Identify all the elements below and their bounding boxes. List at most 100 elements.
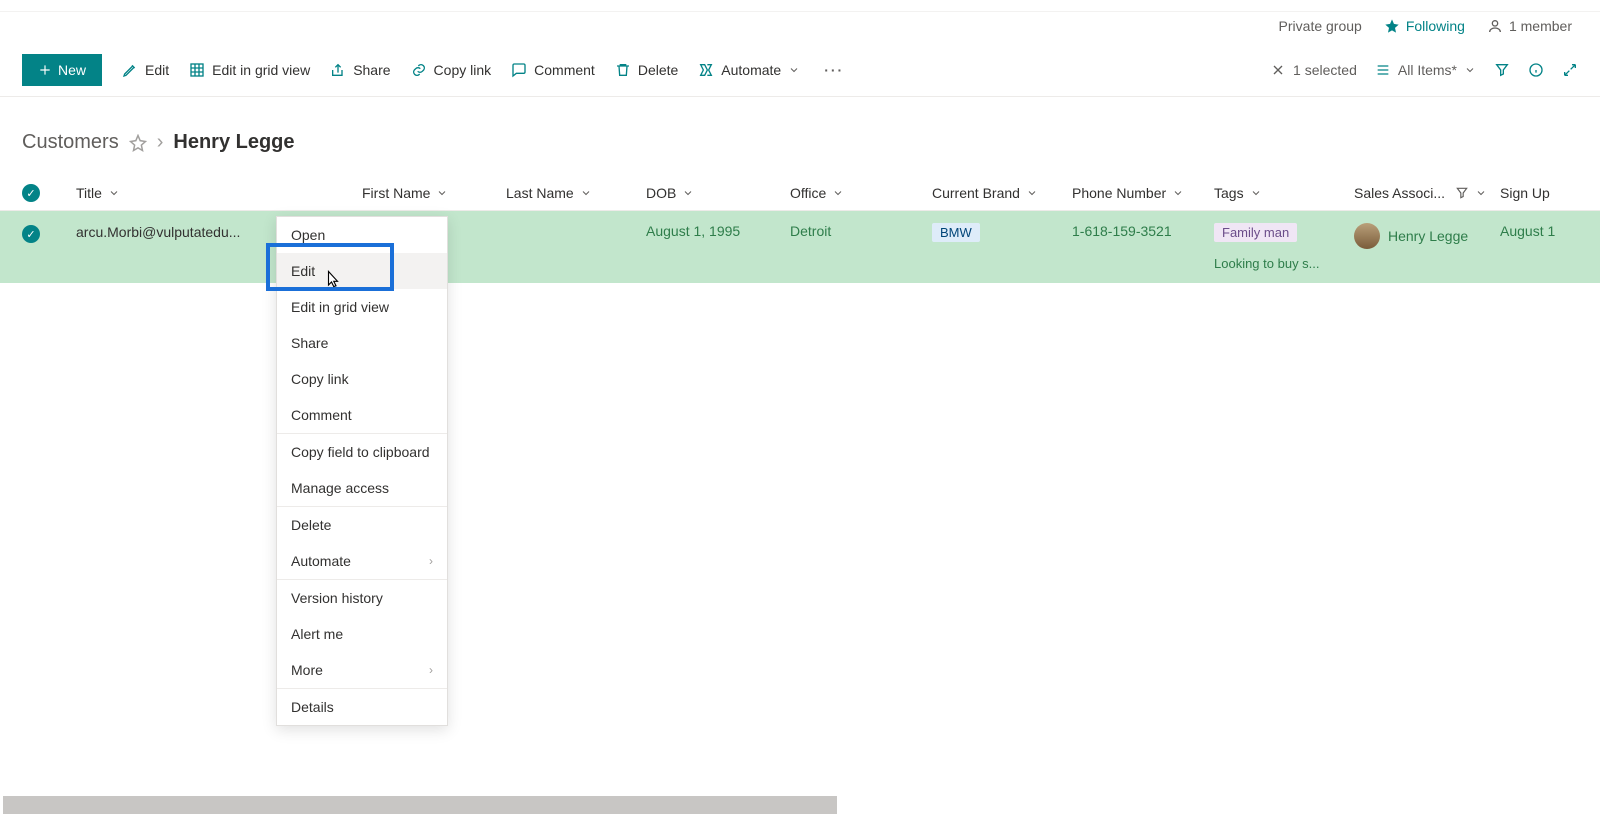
ctx-details-label: Details <box>291 699 334 715</box>
col-header-signup[interactable]: Sign Up <box>1500 185 1560 201</box>
expand-icon[interactable] <box>1562 62 1578 78</box>
ctx-edit[interactable]: Edit <box>277 253 447 289</box>
ctx-grid-label: Edit in grid view <box>291 299 389 315</box>
share-label: Share <box>353 62 390 78</box>
ctx-copy-link[interactable]: Copy link <box>277 361 447 397</box>
ctx-access-label: Manage access <box>291 480 389 496</box>
privacy-bar: Private group Following 1 member <box>0 12 1600 44</box>
tag-text: Looking to buy s... <box>1214 256 1320 271</box>
col-header-firstname[interactable]: First Name <box>362 185 506 201</box>
ctx-copyfield-label: Copy field to clipboard <box>291 444 430 460</box>
ctx-automate[interactable]: Automate› <box>277 543 447 579</box>
info-icon[interactable] <box>1528 62 1544 78</box>
filter-icon <box>1455 186 1469 200</box>
ctx-comment[interactable]: Comment <box>277 397 447 433</box>
edit-grid-button[interactable]: Edit in grid view <box>189 62 310 78</box>
cell-brand: BMW <box>932 223 1072 242</box>
title-link[interactable]: arcu.Morbi@vulputatedu... <box>76 224 240 240</box>
ctx-edit-grid[interactable]: Edit in grid view <box>277 289 447 325</box>
cell-assoc: Henry Legge <box>1354 223 1500 249</box>
filter-icon[interactable] <box>1494 62 1510 78</box>
tag-badge: Family man <box>1214 223 1297 242</box>
person-icon <box>1487 18 1503 34</box>
col-header-brand[interactable]: Current Brand <box>932 185 1072 201</box>
brand-badge: BMW <box>932 223 980 242</box>
ctx-delete[interactable]: Delete <box>277 507 447 543</box>
list-icon <box>1375 62 1391 78</box>
private-group-label: Private group <box>1279 18 1362 34</box>
chevron-down-icon <box>1475 187 1487 199</box>
chevron-down-icon <box>436 187 448 199</box>
plus-icon <box>38 63 52 77</box>
copy-link-button[interactable]: Copy link <box>411 62 492 78</box>
col-title-label: Title <box>76 185 102 201</box>
table-row[interactable]: ✓ arcu.Morbi@vulputatedu... ⋮ Eric Augus… <box>0 211 1600 283</box>
ctx-share[interactable]: Share <box>277 325 447 361</box>
ctx-version-history[interactable]: Version history <box>277 580 447 616</box>
members-label: 1 member <box>1509 18 1572 34</box>
view-label: All Items* <box>1398 62 1457 78</box>
col-header-dob[interactable]: DOB <box>646 185 790 201</box>
delete-button[interactable]: Delete <box>615 62 678 78</box>
col-header-phone[interactable]: Phone Number <box>1072 185 1214 201</box>
col-header-tags[interactable]: Tags <box>1214 185 1354 201</box>
ctx-comment-label: Comment <box>291 407 352 423</box>
flow-icon <box>698 62 714 78</box>
clear-selection-button[interactable]: 1 selected <box>1270 62 1357 78</box>
ctx-details[interactable]: Details <box>277 689 447 725</box>
chevron-down-icon <box>580 187 592 199</box>
ctx-more[interactable]: More › <box>277 652 447 688</box>
automate-button[interactable]: Automate <box>698 62 800 78</box>
assoc-name: Henry Legge <box>1388 228 1468 244</box>
selected-label: 1 selected <box>1293 62 1357 78</box>
following-button[interactable]: Following <box>1384 18 1465 34</box>
share-button[interactable]: Share <box>330 62 390 78</box>
cell-dob: August 1, 1995 <box>646 223 790 239</box>
chevron-down-icon <box>832 187 844 199</box>
col-first-label: First Name <box>362 185 430 201</box>
col-header-lastname[interactable]: Last Name <box>506 185 646 201</box>
ctx-open[interactable]: Open <box>277 217 447 253</box>
row-check[interactable]: ✓ <box>22 223 76 243</box>
chevron-right-icon: › <box>429 554 433 568</box>
breadcrumb-list[interactable]: Customers <box>22 131 119 154</box>
ctx-copy-label: Copy link <box>291 371 349 387</box>
breadcrumb: Customers › Henry Legge <box>0 97 1600 176</box>
col-header-assoc[interactable]: Sales Associ... <box>1354 185 1500 201</box>
ctx-share-label: Share <box>291 335 328 351</box>
ctx-version-label: Version history <box>291 590 383 606</box>
ctx-alert-label: Alert me <box>291 626 343 642</box>
col-tags-label: Tags <box>1214 185 1244 201</box>
star-filled-icon <box>1384 18 1400 34</box>
more-commands-button[interactable]: ··· <box>824 62 844 78</box>
context-menu: Open Edit Edit in grid view Share Copy l… <box>276 216 448 726</box>
ctx-alert-me[interactable]: Alert me <box>277 616 447 652</box>
cell-phone: 1-618-159-3521 <box>1072 223 1214 239</box>
breadcrumb-current: Henry Legge <box>173 131 294 154</box>
star-outline-icon[interactable] <box>129 134 147 152</box>
horizontal-scrollbar[interactable] <box>3 796 837 814</box>
view-selector[interactable]: All Items* <box>1375 62 1476 78</box>
edit-button[interactable]: Edit <box>122 62 169 78</box>
comment-button[interactable]: Comment <box>511 62 595 78</box>
col-header-title[interactable]: Title <box>76 185 362 201</box>
members-button[interactable]: 1 member <box>1487 18 1572 34</box>
edit-grid-label: Edit in grid view <box>212 62 310 78</box>
chevron-down-icon <box>1464 64 1476 76</box>
ctx-edit-label: Edit <box>291 263 315 279</box>
col-phone-label: Phone Number <box>1072 185 1166 201</box>
col-header-office[interactable]: Office <box>790 185 932 201</box>
select-all-check[interactable]: ✓ <box>22 184 76 202</box>
chevron-down-icon <box>1026 187 1038 199</box>
list-table: ✓ Title First Name Last Name DOB Office … <box>0 176 1600 283</box>
chevron-right-icon: › <box>429 663 433 677</box>
table-header-row: ✓ Title First Name Last Name DOB Office … <box>0 176 1600 211</box>
grid-icon <box>189 62 205 78</box>
edit-label: Edit <box>145 62 169 78</box>
chevron-down-icon <box>1250 187 1262 199</box>
ctx-manage-access[interactable]: Manage access <box>277 470 447 506</box>
ctx-more-label: More <box>291 662 323 678</box>
new-button[interactable]: New <box>22 54 102 86</box>
ctx-copy-field[interactable]: Copy field to clipboard <box>277 434 447 470</box>
x-icon <box>1270 62 1286 78</box>
